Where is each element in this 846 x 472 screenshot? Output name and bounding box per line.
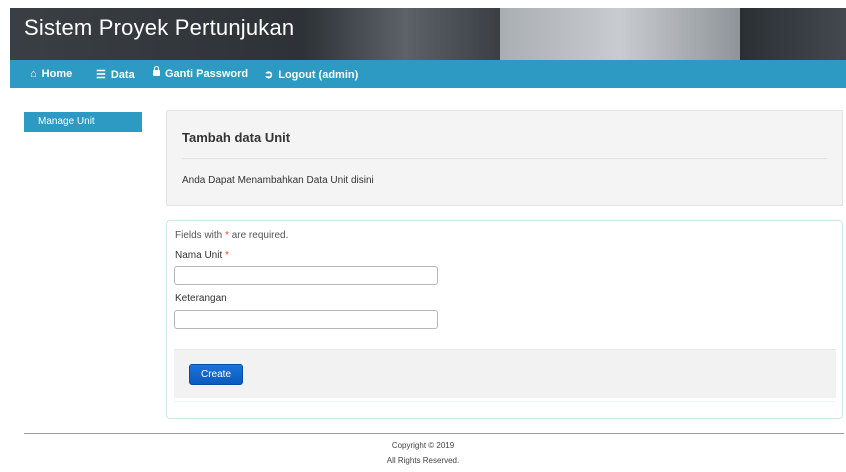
nav-change-password-label: Ganti Password — [165, 68, 249, 80]
footer-rights: All Rights Reserved. — [386, 456, 460, 465]
app-title: Sistem Proyek Pertunjukan — [24, 15, 295, 40]
form-actions: Create — [174, 349, 836, 398]
required-marker: * — [225, 250, 229, 261]
nav-data[interactable]: ☰ Data — [96, 68, 135, 81]
keterangan-label: Keterangan — [175, 293, 227, 304]
unit-form: Fields with * are required. Nama Unit * … — [166, 220, 843, 419]
keterangan-input[interactable] — [174, 310, 438, 329]
required-note: Fields with * are required. — [175, 230, 288, 241]
nav-logout[interactable]: ➲ Logout (admin) — [264, 68, 358, 81]
required-note-suffix: are required. — [228, 230, 289, 241]
home-icon: ⌂ — [30, 68, 37, 80]
banner-image-band — [740, 8, 846, 60]
divider — [182, 158, 827, 159]
nav-change-password[interactable]: Ganti Password — [153, 66, 249, 80]
main-navbar: ⌂ Home ☰ Data Ganti Password ➲ Logout (admi… — [10, 60, 846, 88]
nama-unit-label-text: Nama Unit — [175, 250, 223, 261]
nama-unit-label: Nama Unit * — [175, 250, 229, 261]
banner-image-band — [500, 8, 740, 60]
page-description: Anda Dapat Menambahkan Data Unit disini — [182, 175, 374, 186]
header-banner: Sistem Proyek Pertunjukan — [10, 8, 846, 60]
page: Sistem Proyek Pertunjukan ⌂ Home ☰ Data Ga… — [0, 0, 846, 472]
page-title: Tambah data Unit — [182, 130, 291, 145]
footer-divider — [24, 433, 844, 434]
nav-home-label: Home — [41, 68, 73, 80]
footer-copyright: Copyright © 2019 — [391, 441, 455, 450]
required-note-prefix: Fields with — [175, 230, 226, 241]
banner-image-band — [310, 8, 500, 60]
create-button[interactable]: Create — [189, 364, 243, 385]
nama-unit-input[interactable] — [174, 266, 438, 285]
nav-logout-label: Logout (admin) — [278, 69, 359, 81]
divider — [174, 401, 835, 402]
lock-icon — [153, 66, 160, 76]
sidebar-item-label: Manage Unit — [38, 116, 95, 127]
list-icon: ☰ — [96, 69, 106, 81]
nav-data-label: Data — [110, 69, 135, 81]
sidebar-item-manage-unit[interactable]: Manage Unit — [24, 112, 142, 132]
logout-icon: ➲ — [264, 69, 274, 81]
intro-panel: Tambah data Unit Anda Dapat Menambahkan … — [166, 110, 843, 206]
nav-home[interactable]: ⌂ Home — [30, 68, 72, 80]
